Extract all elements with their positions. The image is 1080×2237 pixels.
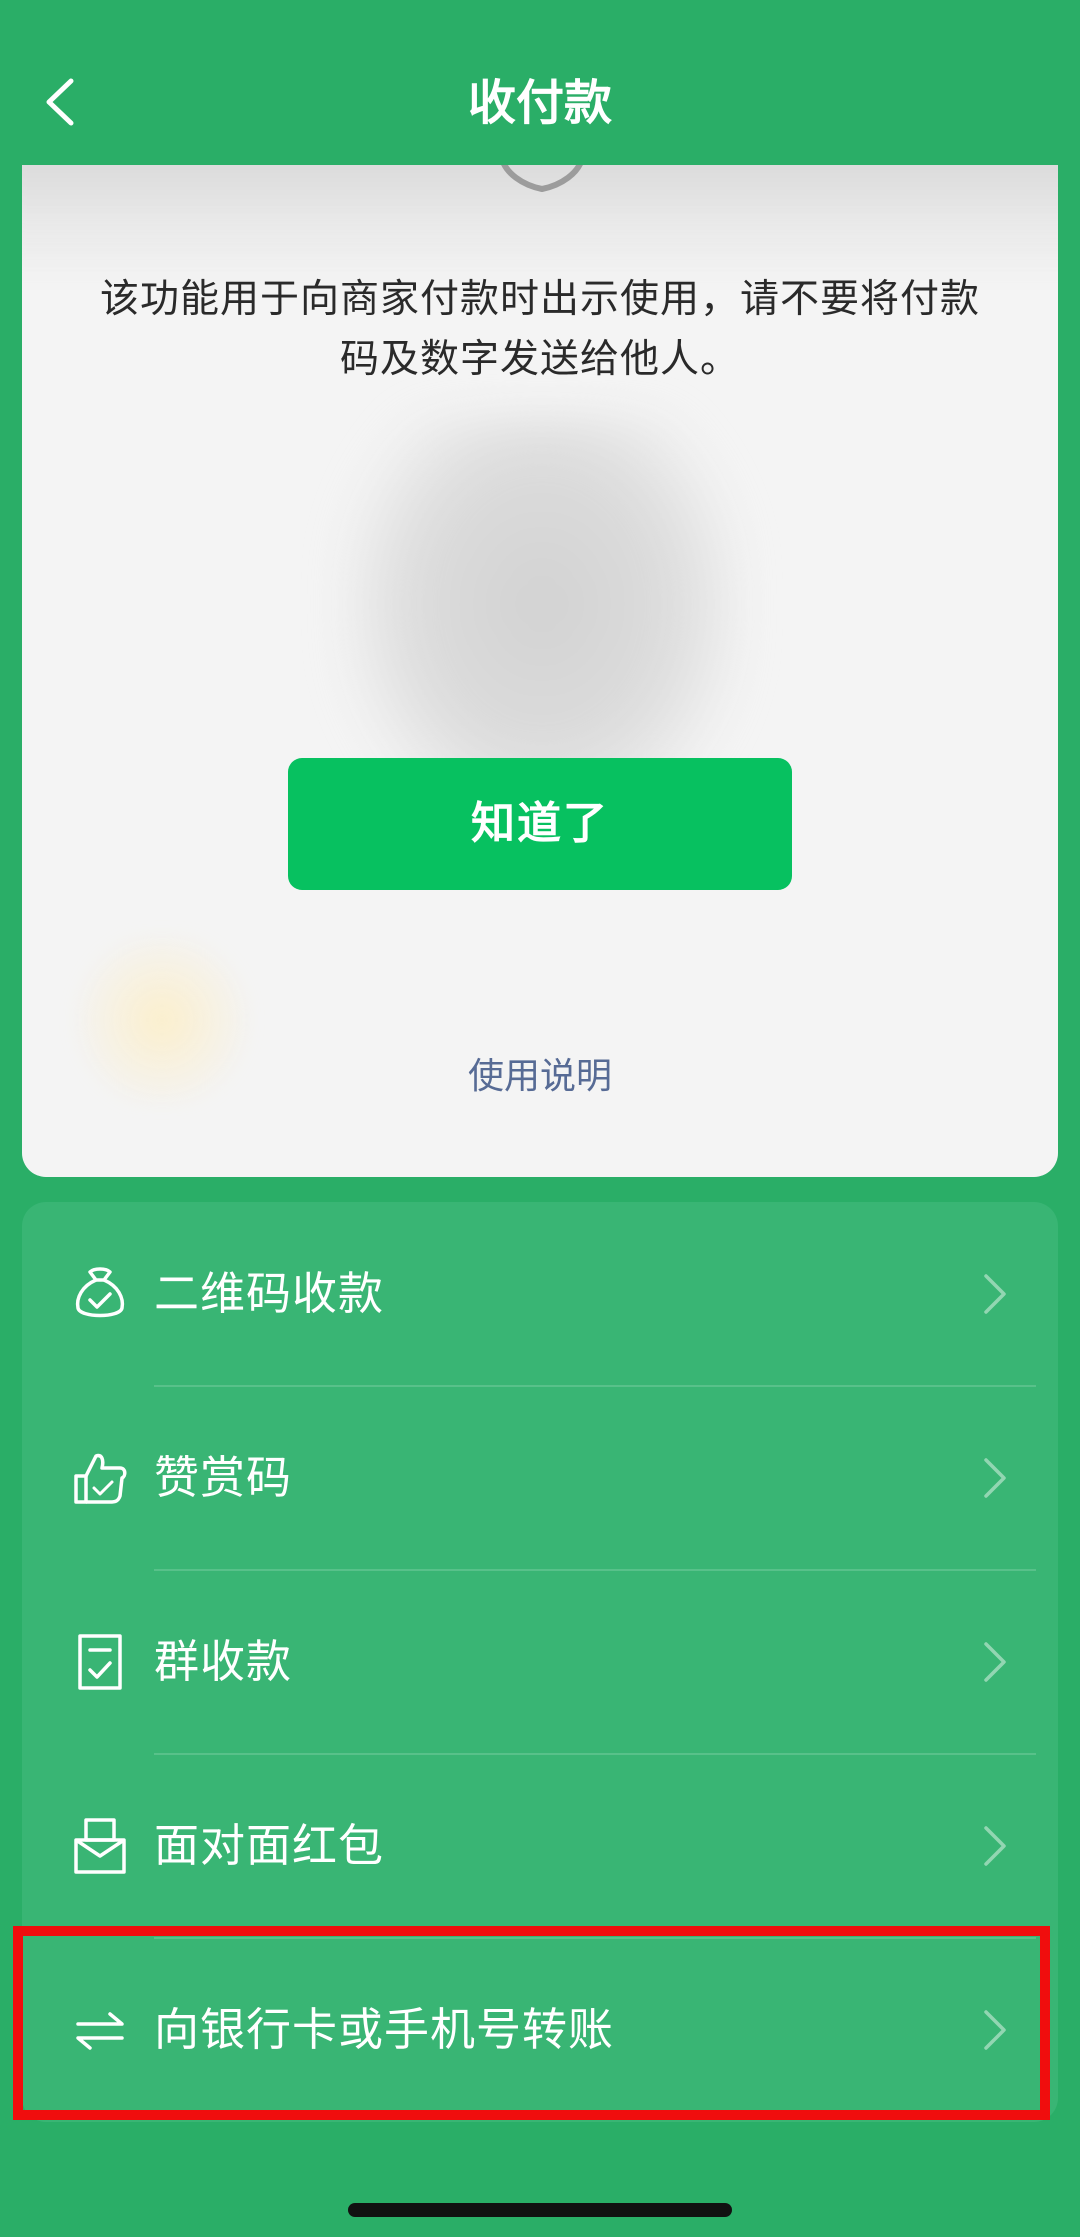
home-indicator[interactable] [348, 2203, 732, 2217]
receipt-icon [78, 1634, 122, 1690]
money-bag-icon [75, 1267, 125, 1318]
menu-item-label: 向银行卡或手机号转账 [154, 2003, 615, 2056]
got-it-button[interactable]: 知道了 [288, 758, 792, 890]
shield-icon [501, 165, 583, 193]
chevron-right-icon [984, 2010, 1006, 2050]
chevron-right-icon [984, 1458, 1006, 1498]
menu-item-label: 二维码收款 [154, 1267, 385, 1320]
red-packet-icon [74, 1818, 126, 1874]
thumbs-up-icon [74, 1453, 127, 1504]
menu-item-group-collect[interactable]: 群收款 [22, 1570, 1058, 1754]
menu-item-label: 群收款 [154, 1635, 293, 1688]
page-title: 收付款 [467, 75, 612, 131]
menu-item-transfer-to-bank-card-or-phone[interactable]: 向银行卡或手机号转账 [22, 1938, 1058, 2122]
chevron-right-icon [984, 1274, 1006, 1314]
menu-item-label: 赞赏码 [154, 1451, 293, 1504]
payment-options-menu: 二维码收款 赞赏码 群收款 面对面红包 向银行卡或手机号转账 [22, 1202, 1058, 2122]
chevron-right-icon [984, 1826, 1006, 1866]
payment-code-card: 该功能用于向商家付款时出示使用，请不要将付款码及数字发送给他人。 知道了 使用说… [22, 165, 1058, 1177]
usage-instructions-link[interactable]: 使用说明 [22, 1047, 1058, 1107]
menu-item-face-to-face-red-packet[interactable]: 面对面红包 [22, 1754, 1058, 1938]
transfer-arrows-icon [76, 2012, 124, 2050]
chevron-right-icon [984, 1642, 1006, 1682]
menu-item-reward-code[interactable]: 赞赏码 [22, 1386, 1058, 1570]
navigation-bar: 收付款 [0, 0, 1080, 165]
menu-item-label: 面对面红包 [154, 1819, 385, 1872]
menu-item-qr-collect[interactable]: 二维码收款 [22, 1202, 1058, 1386]
privacy-notice: 该功能用于向商家付款时出示使用，请不要将付款码及数字发送给他人。 [99, 277, 980, 382]
